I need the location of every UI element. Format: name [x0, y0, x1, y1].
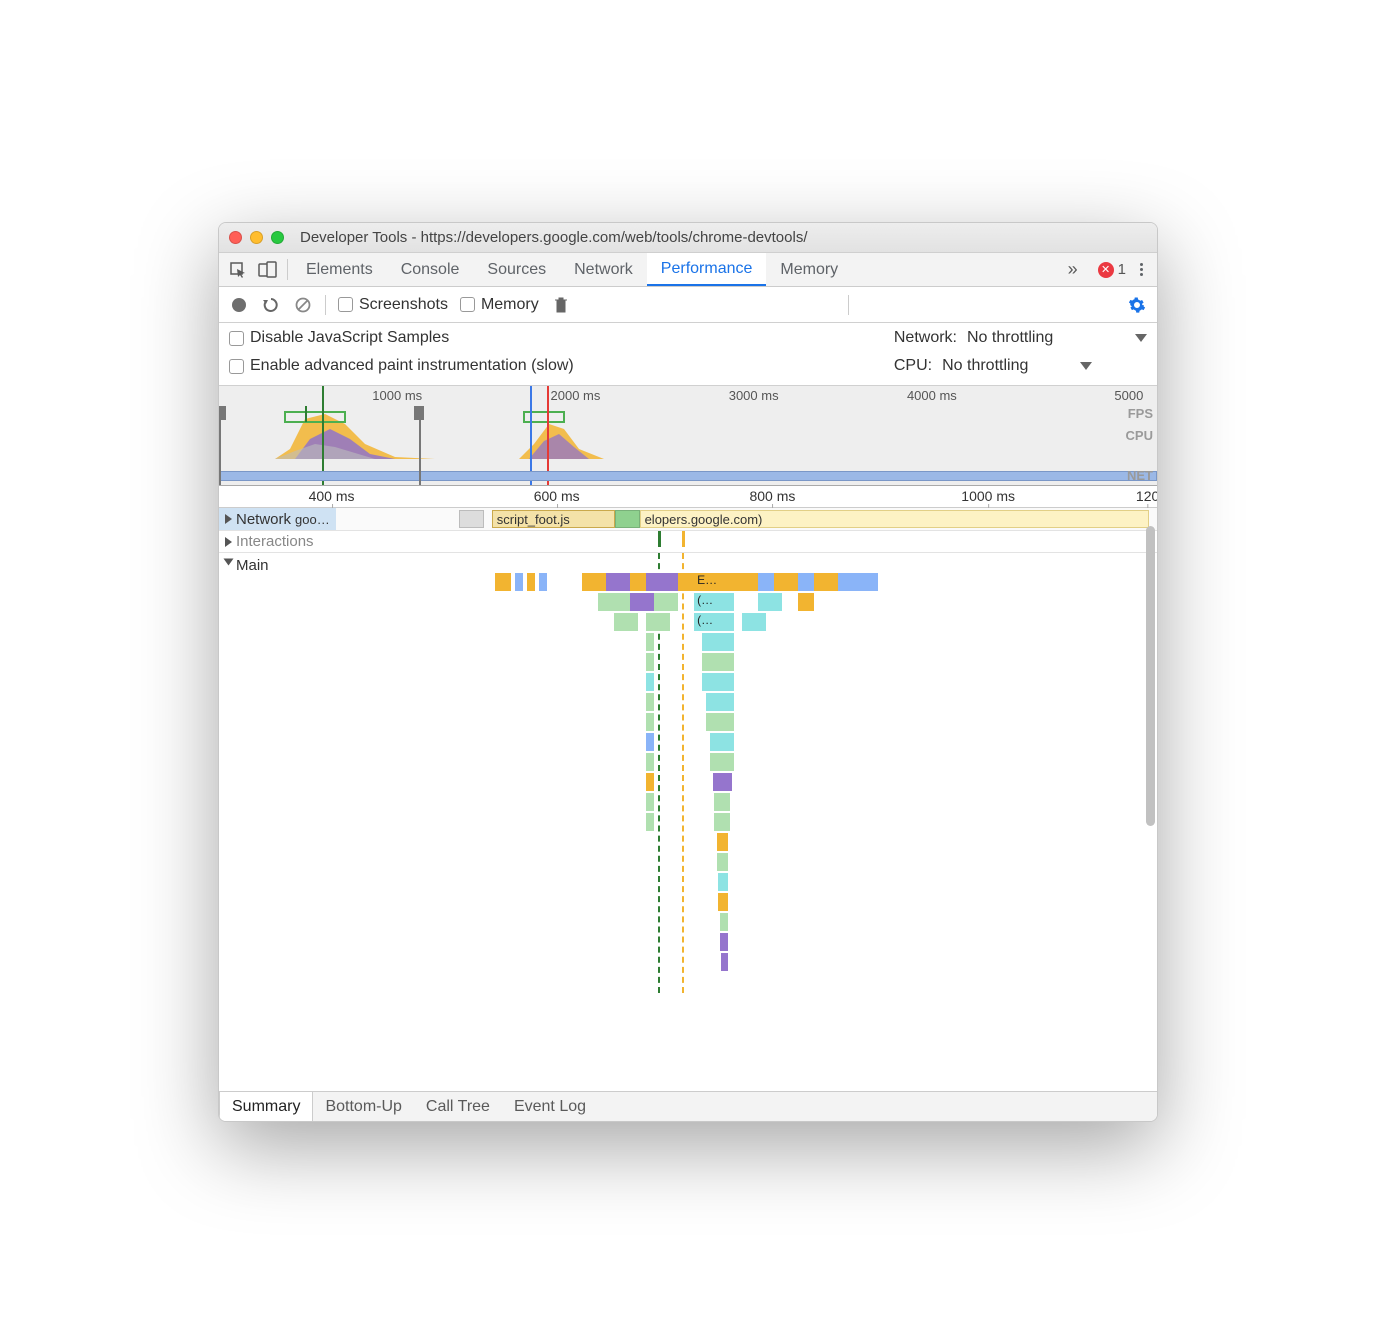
interactions-track-label: Interactions — [236, 533, 314, 550]
network-track-label: Network — [236, 511, 291, 528]
ruler-tick: 600 ms — [534, 488, 580, 504]
tab-elements[interactable]: Elements — [292, 253, 387, 286]
capture-settings: Disable JavaScript Samples Network: No t… — [219, 323, 1157, 386]
tab-performance[interactable]: Performance — [647, 253, 767, 286]
chevron-down-icon — [1135, 334, 1147, 342]
network-track-body[interactable]: script_foot.js elopers.google.com) — [336, 508, 1157, 530]
panel-tabs: Elements Console Sources Network Perform… — [292, 253, 852, 286]
cpu-throttle-select[interactable]: No throttling — [942, 357, 1092, 375]
ruler-tick: 800 ms — [749, 488, 795, 504]
screenshots-label: Screenshots — [359, 296, 448, 314]
main-track-label: Main — [236, 557, 269, 574]
detail-ruler[interactable]: 400 ms 600 ms 800 ms 1000 ms 120 — [219, 486, 1157, 508]
flame-bar[interactable]: (… — [694, 593, 734, 611]
disable-js-label: Disable JavaScript Samples — [250, 329, 449, 347]
main-tabbar: Elements Console Sources Network Perform… — [219, 253, 1157, 287]
error-count: 1 — [1118, 261, 1126, 278]
traffic-lights — [229, 231, 284, 244]
detail-panel: 400 ms 600 ms 800 ms 1000 ms 120 Network… — [219, 486, 1157, 1121]
disable-js-samples-checkbox[interactable]: Disable JavaScript Samples — [229, 329, 449, 347]
performance-toolbar: Screenshots Memory — [219, 287, 1157, 323]
overview-selection[interactable] — [219, 406, 421, 485]
minimize-button[interactable] — [250, 231, 263, 244]
record-button[interactable] — [229, 295, 249, 315]
cpu-throttle-value: No throttling — [942, 357, 1028, 375]
interactions-track-header[interactable]: Interactions — [219, 531, 359, 552]
tab-summary[interactable]: Summary — [219, 1091, 313, 1121]
tab-bottom-up[interactable]: Bottom-Up — [313, 1092, 413, 1121]
interactions-track: Interactions — [219, 531, 1157, 553]
network-first-item: goo… — [295, 512, 330, 527]
tab-event-log[interactable]: Event Log — [502, 1092, 598, 1121]
disclosure-icon — [225, 514, 232, 524]
network-request-block[interactable] — [459, 510, 484, 528]
ruler-tick: 400 ms — [309, 488, 355, 504]
tab-console[interactable]: Console — [387, 253, 474, 286]
close-button[interactable] — [229, 231, 242, 244]
disclosure-icon — [225, 537, 232, 547]
clear-button[interactable] — [293, 295, 313, 315]
error-icon: ✕ — [1098, 262, 1114, 278]
timeline-overview[interactable]: 1000 ms 2000 ms 3000 ms 4000 ms 5000 — [219, 386, 1157, 486]
tab-call-tree[interactable]: Call Tree — [414, 1092, 502, 1121]
vertical-scrollbar[interactable] — [1143, 486, 1157, 1121]
network-track-header[interactable]: Network goo… — [219, 508, 336, 530]
main-track-header[interactable]: Main — [219, 553, 359, 1091]
memory-checkbox[interactable]: Memory — [460, 296, 539, 314]
trash-icon[interactable] — [551, 295, 571, 315]
disclosure-icon — [224, 559, 234, 566]
tab-sources[interactable]: Sources — [473, 253, 560, 286]
window-title: Developer Tools - https://developers.goo… — [292, 229, 1147, 246]
cpu-throttle-label: CPU: — [894, 357, 932, 375]
screenshots-checkbox[interactable]: Screenshots — [338, 296, 448, 314]
flame-bar[interactable]: (… — [694, 613, 734, 631]
flame-bar[interactable]: E… — [694, 573, 726, 591]
network-track: Network goo… script_foot.js elopers.goog… — [219, 508, 1157, 531]
devtools-window: Developer Tools - https://developers.goo… — [218, 222, 1158, 1122]
chevron-down-icon — [1080, 362, 1092, 370]
network-request-block[interactable]: script_foot.js — [492, 510, 615, 528]
error-badge[interactable]: ✕ 1 — [1098, 261, 1126, 278]
memory-label: Memory — [481, 296, 539, 314]
bottom-tabbar: Summary Bottom-Up Call Tree Event Log — [219, 1091, 1157, 1121]
tab-memory[interactable]: Memory — [766, 253, 852, 286]
enable-paint-label: Enable advanced paint instrumentation (s… — [250, 357, 574, 375]
interactions-track-body[interactable] — [359, 531, 1157, 547]
network-throttle-label: Network: — [894, 329, 957, 347]
settings-gear-icon[interactable] — [1127, 295, 1147, 315]
ruler-tick: 1000 ms — [372, 388, 422, 403]
enable-paint-checkbox[interactable]: Enable advanced paint instrumentation (s… — [229, 357, 574, 375]
network-request-block[interactable]: elopers.google.com) — [640, 510, 1149, 528]
network-throttle-value: No throttling — [967, 329, 1053, 347]
titlebar: Developer Tools - https://developers.goo… — [219, 223, 1157, 253]
main-track: Main E… — [219, 553, 1157, 1091]
more-tabs-icon[interactable]: » — [1058, 259, 1088, 280]
flame-chart[interactable]: E… (… — [359, 553, 1157, 1091]
selection-left-handle[interactable] — [219, 406, 226, 420]
kebab-menu-icon[interactable] — [1136, 259, 1147, 280]
reload-button[interactable] — [261, 295, 281, 315]
network-throttle-select[interactable]: No throttling — [967, 329, 1147, 347]
inspect-icon[interactable] — [223, 253, 253, 286]
network-request-block[interactable] — [615, 510, 640, 528]
ruler-tick: 1000 ms — [961, 488, 1015, 504]
maximize-button[interactable] — [271, 231, 284, 244]
device-toggle-icon[interactable] — [253, 253, 283, 286]
tab-network[interactable]: Network — [560, 253, 647, 286]
scrollbar-thumb[interactable] — [1146, 526, 1155, 826]
